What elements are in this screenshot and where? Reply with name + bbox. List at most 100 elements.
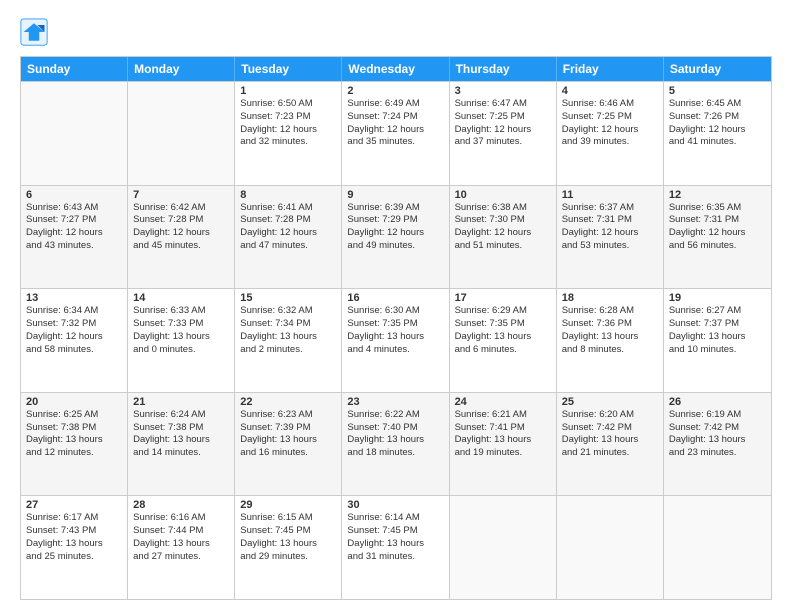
- cell-info-line: Sunrise: 6:33 AM: [133, 305, 229, 318]
- cell-info-line: Sunset: 7:34 PM: [240, 318, 336, 331]
- calendar-cell: 24Sunrise: 6:21 AMSunset: 7:41 PMDayligh…: [450, 393, 557, 496]
- cell-info-line: Sunset: 7:42 PM: [669, 422, 766, 435]
- cell-info-line: Daylight: 13 hours: [240, 538, 336, 551]
- cell-info-line: and 35 minutes.: [347, 136, 443, 149]
- calendar-cell: 2Sunrise: 6:49 AMSunset: 7:24 PMDaylight…: [342, 82, 449, 185]
- cell-info-line: Sunrise: 6:39 AM: [347, 202, 443, 215]
- cell-info-line: Sunrise: 6:46 AM: [562, 98, 658, 111]
- calendar-cell: 10Sunrise: 6:38 AMSunset: 7:30 PMDayligh…: [450, 186, 557, 289]
- cell-info-line: Sunset: 7:43 PM: [26, 525, 122, 538]
- cell-info-line: Sunset: 7:38 PM: [26, 422, 122, 435]
- cell-info-line: Daylight: 12 hours: [240, 124, 336, 137]
- day-number: 18: [562, 292, 658, 304]
- header-day-sunday: Sunday: [21, 57, 128, 81]
- cell-info-line: Sunset: 7:38 PM: [133, 422, 229, 435]
- calendar-cell: [557, 496, 664, 599]
- cell-info-line: Sunrise: 6:27 AM: [669, 305, 766, 318]
- day-number: 10: [455, 189, 551, 201]
- cell-info-line: Sunrise: 6:20 AM: [562, 409, 658, 422]
- cell-info-line: Sunrise: 6:49 AM: [347, 98, 443, 111]
- calendar-cell: 27Sunrise: 6:17 AMSunset: 7:43 PMDayligh…: [21, 496, 128, 599]
- cell-info-line: Sunrise: 6:45 AM: [669, 98, 766, 111]
- cell-info-line: Sunrise: 6:28 AM: [562, 305, 658, 318]
- cell-info-line: Sunrise: 6:38 AM: [455, 202, 551, 215]
- cell-info-line: and 25 minutes.: [26, 551, 122, 564]
- calendar-cell: 26Sunrise: 6:19 AMSunset: 7:42 PMDayligh…: [664, 393, 771, 496]
- day-number: 1: [240, 85, 336, 97]
- cell-info-line: and 18 minutes.: [347, 447, 443, 460]
- cell-info-line: Daylight: 12 hours: [455, 227, 551, 240]
- day-number: 6: [26, 189, 122, 201]
- cell-info-line: and 37 minutes.: [455, 136, 551, 149]
- cell-info-line: Daylight: 12 hours: [240, 227, 336, 240]
- calendar-cell: [128, 82, 235, 185]
- cell-info-line: Daylight: 13 hours: [26, 434, 122, 447]
- day-number: 24: [455, 396, 551, 408]
- cell-info-line: and 45 minutes.: [133, 240, 229, 253]
- cell-info-line: and 23 minutes.: [669, 447, 766, 460]
- cell-info-line: Daylight: 13 hours: [455, 331, 551, 344]
- day-number: 14: [133, 292, 229, 304]
- cell-info-line: Daylight: 13 hours: [455, 434, 551, 447]
- calendar-cell: 12Sunrise: 6:35 AMSunset: 7:31 PMDayligh…: [664, 186, 771, 289]
- day-number: 4: [562, 85, 658, 97]
- cell-info-line: Daylight: 12 hours: [455, 124, 551, 137]
- day-number: 28: [133, 499, 229, 511]
- cell-info-line: Sunrise: 6:24 AM: [133, 409, 229, 422]
- header: [20, 18, 772, 46]
- cell-info-line: Sunset: 7:39 PM: [240, 422, 336, 435]
- calendar: SundayMondayTuesdayWednesdayThursdayFrid…: [20, 56, 772, 600]
- cell-info-line: and 29 minutes.: [240, 551, 336, 564]
- cell-info-line: Daylight: 12 hours: [347, 227, 443, 240]
- cell-info-line: Daylight: 12 hours: [669, 124, 766, 137]
- calendar-cell: 8Sunrise: 6:41 AMSunset: 7:28 PMDaylight…: [235, 186, 342, 289]
- day-number: 21: [133, 396, 229, 408]
- day-number: 20: [26, 396, 122, 408]
- cell-info-line: Sunrise: 6:42 AM: [133, 202, 229, 215]
- header-day-tuesday: Tuesday: [235, 57, 342, 81]
- day-number: 19: [669, 292, 766, 304]
- cell-info-line: and 6 minutes.: [455, 344, 551, 357]
- cell-info-line: Sunset: 7:29 PM: [347, 214, 443, 227]
- cell-info-line: Sunset: 7:28 PM: [133, 214, 229, 227]
- cell-info-line: Daylight: 13 hours: [240, 331, 336, 344]
- cell-info-line: Sunrise: 6:30 AM: [347, 305, 443, 318]
- calendar-cell: [664, 496, 771, 599]
- calendar-cell: 9Sunrise: 6:39 AMSunset: 7:29 PMDaylight…: [342, 186, 449, 289]
- cell-info-line: Daylight: 13 hours: [240, 434, 336, 447]
- header-day-friday: Friday: [557, 57, 664, 81]
- cell-info-line: Daylight: 13 hours: [26, 538, 122, 551]
- calendar-cell: 28Sunrise: 6:16 AMSunset: 7:44 PMDayligh…: [128, 496, 235, 599]
- cell-info-line: Sunset: 7:28 PM: [240, 214, 336, 227]
- header-day-saturday: Saturday: [664, 57, 771, 81]
- logo: [20, 18, 52, 46]
- calendar-cell: [450, 496, 557, 599]
- cell-info-line: Sunset: 7:35 PM: [455, 318, 551, 331]
- cell-info-line: Daylight: 13 hours: [562, 434, 658, 447]
- calendar-row: 13Sunrise: 6:34 AMSunset: 7:32 PMDayligh…: [21, 288, 771, 392]
- cell-info-line: Sunrise: 6:50 AM: [240, 98, 336, 111]
- cell-info-line: Sunrise: 6:22 AM: [347, 409, 443, 422]
- cell-info-line: Sunset: 7:25 PM: [455, 111, 551, 124]
- calendar-cell: 16Sunrise: 6:30 AMSunset: 7:35 PMDayligh…: [342, 289, 449, 392]
- cell-info-line: and 41 minutes.: [669, 136, 766, 149]
- cell-info-line: Sunset: 7:24 PM: [347, 111, 443, 124]
- cell-info-line: Sunrise: 6:35 AM: [669, 202, 766, 215]
- cell-info-line: Daylight: 13 hours: [347, 538, 443, 551]
- day-number: 17: [455, 292, 551, 304]
- cell-info-line: Sunrise: 6:15 AM: [240, 512, 336, 525]
- calendar-cell: 11Sunrise: 6:37 AMSunset: 7:31 PMDayligh…: [557, 186, 664, 289]
- cell-info-line: and 39 minutes.: [562, 136, 658, 149]
- cell-info-line: Sunrise: 6:21 AM: [455, 409, 551, 422]
- calendar-row: 1Sunrise: 6:50 AMSunset: 7:23 PMDaylight…: [21, 81, 771, 185]
- calendar-cell: 1Sunrise: 6:50 AMSunset: 7:23 PMDaylight…: [235, 82, 342, 185]
- day-number: 13: [26, 292, 122, 304]
- calendar-cell: 15Sunrise: 6:32 AMSunset: 7:34 PMDayligh…: [235, 289, 342, 392]
- cell-info-line: Sunrise: 6:43 AM: [26, 202, 122, 215]
- cell-info-line: Daylight: 12 hours: [562, 124, 658, 137]
- cell-info-line: and 43 minutes.: [26, 240, 122, 253]
- cell-info-line: Sunset: 7:26 PM: [669, 111, 766, 124]
- calendar-cell: 19Sunrise: 6:27 AMSunset: 7:37 PMDayligh…: [664, 289, 771, 392]
- day-number: 23: [347, 396, 443, 408]
- cell-info-line: Daylight: 13 hours: [347, 331, 443, 344]
